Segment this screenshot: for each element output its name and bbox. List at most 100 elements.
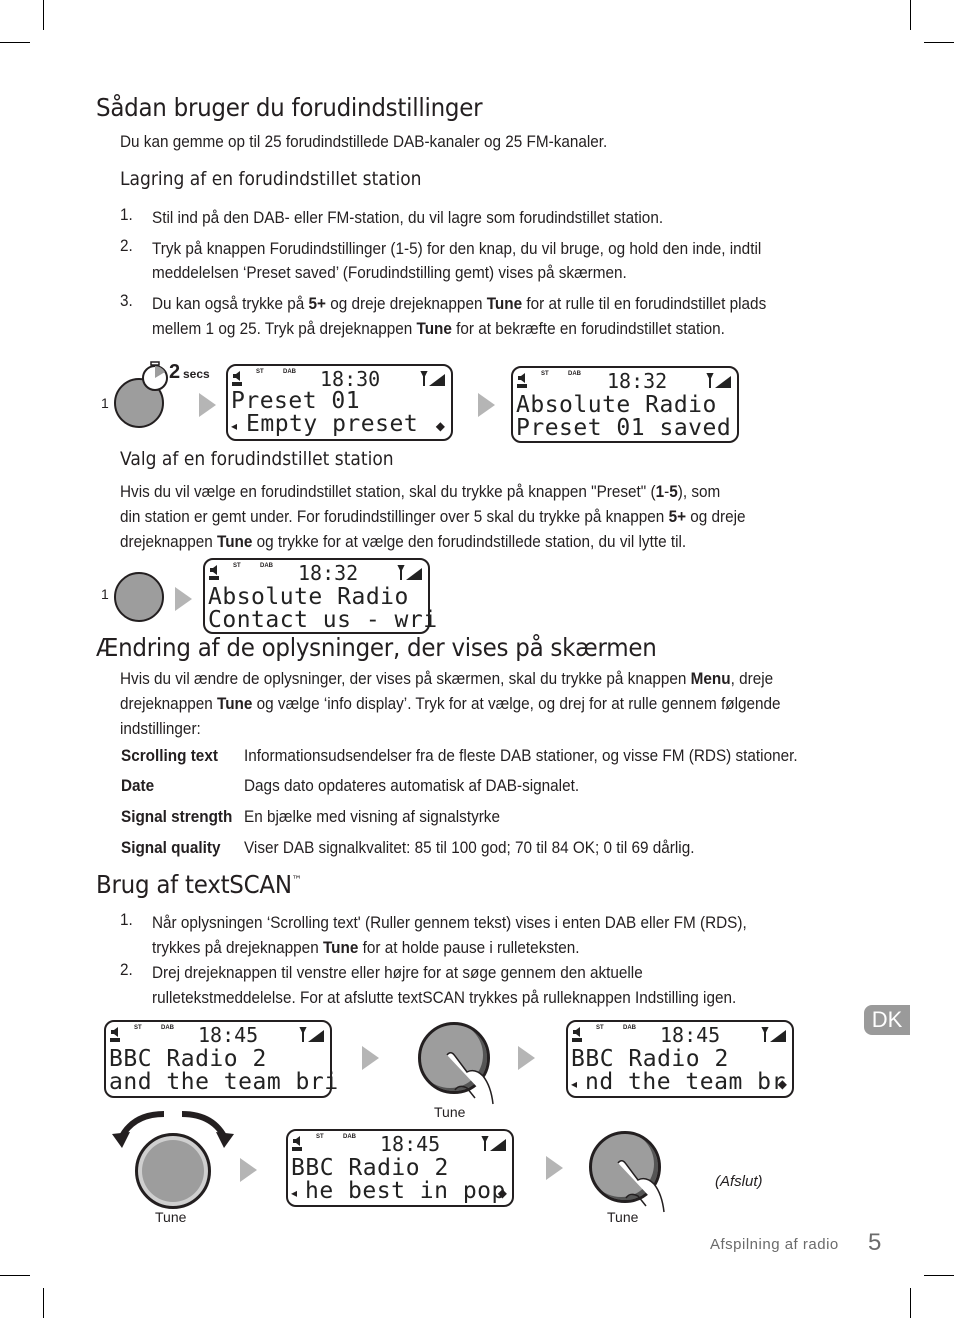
arrow-right-icon (199, 393, 216, 417)
exit-label: (Afslut) (715, 1173, 763, 1190)
step-number: 1. (120, 205, 133, 224)
stereo-indicator: ST (233, 563, 241, 569)
crop-mark (910, 0, 911, 30)
scroll-right-icon: ◆ (497, 1186, 507, 1200)
subheading-select-preset: Valg af en forudindstillet station (120, 448, 394, 470)
lcd-display: ST DAB 18:45 BBC Radio 2 and the team br… (104, 1020, 338, 1098)
section-heading-textscan: Brug af textSCAN™ (96, 870, 302, 899)
definition-term: Scrolling text (121, 746, 218, 765)
speaker-icon (572, 1027, 582, 1042)
hold-time: 2 (169, 361, 181, 383)
definition-term: Date (121, 776, 155, 795)
scroll-left-icon: ◂ (291, 1186, 298, 1200)
crop-mark (0, 1275, 30, 1276)
paragraph-line: drejeknappen Tune og trykke for at vælge… (120, 532, 687, 551)
crop-mark (924, 42, 954, 43)
speaker-icon (209, 565, 219, 580)
scroll-right-icon: ◆ (777, 1077, 787, 1091)
arrow-right-icon (362, 1046, 379, 1070)
lcd-time: 18:45 (198, 1023, 259, 1047)
arrow-right-icon (175, 587, 192, 611)
preset-button-label: 1 (101, 586, 109, 602)
scroll-left-icon: ◂ (571, 1077, 578, 1091)
dab-indicator: DAB (568, 371, 581, 377)
definition-desc: En bjælke med visning af signalstyrke (244, 807, 500, 826)
step-text: Tryk på knappen Forudindstillinger (1-5)… (152, 239, 762, 258)
definition-desc: Viser DAB signalkvalitet: 85 til 100 god… (244, 838, 695, 857)
stereo-indicator: ST (596, 1025, 604, 1031)
arrow-right-icon (518, 1046, 535, 1070)
dab-indicator: DAB (161, 1025, 174, 1031)
signal-strength-icon (761, 1027, 786, 1042)
paragraph-line: Hvis du vil vælge en forudindstillet sta… (120, 482, 721, 501)
lcd-line-2: nd the team br (585, 1069, 786, 1095)
signal-strength-icon (420, 371, 445, 386)
step-text: Drej drejeknappen til venstre eller højr… (152, 963, 643, 982)
definition-term: Signal quality (121, 838, 221, 857)
section-heading-display-info: Ændring af de oplysninger, der vises på … (96, 633, 657, 662)
step-text: Du kan også trykke på 5+ og dreje drejek… (152, 294, 767, 313)
definition-desc: Informationsudsendelser fra de fleste DA… (244, 746, 798, 765)
lcd-time: 18:45 (660, 1023, 721, 1047)
language-tab: DK (864, 1005, 910, 1035)
step-text: meddelelsen ‘Preset saved’ (Forudindstil… (152, 263, 627, 282)
subheading-store-preset: Lagring af en forudindstillet station (120, 168, 422, 190)
step-text: mellem 1 og 25. Tryk på drejeknappen Tun… (152, 319, 725, 338)
arrow-right-icon (240, 1158, 257, 1182)
dab-indicator: DAB (623, 1025, 636, 1031)
lcd-line-2: he best in pop (305, 1178, 506, 1204)
hold-unit: secs (183, 367, 210, 381)
paragraph-line: drejeknappen Tune og vælge ‘info display… (120, 694, 781, 713)
crop-mark (43, 1288, 44, 1318)
tune-knob[interactable] (135, 1133, 211, 1209)
tune-label: Tune (434, 1104, 466, 1120)
lcd-display: ST DAB 18:45 BBC Radio 2 ◂ nd the team b… (566, 1020, 794, 1098)
definition-term: Signal strength (121, 807, 233, 826)
crop-mark (43, 0, 44, 30)
lcd-line-2: Preset 01 saved (516, 415, 732, 441)
lcd-line-2: Contact us - wri (208, 607, 438, 633)
lcd-display: ST DAB 18:45 BBC Radio 2 ◂ he best in po… (286, 1129, 514, 1207)
speaker-icon (232, 371, 242, 386)
scroll-left-icon: ◂ (231, 419, 238, 433)
step-text: Når oplysningen ‘Scrolling text' (Ruller… (152, 913, 747, 932)
lcd-time: 18:32 (298, 561, 359, 585)
paragraph-line: indstillinger: (120, 719, 201, 738)
stereo-indicator: ST (134, 1025, 142, 1031)
stereo-indicator: ST (541, 371, 549, 377)
dab-indicator: DAB (343, 1134, 356, 1140)
dab-indicator: DAB (260, 563, 273, 569)
signal-strength-icon (706, 373, 731, 388)
paragraph-line: Hvis du vil ændre de oplysninger, der vi… (120, 669, 774, 688)
preset-button-label: 1 (101, 395, 109, 411)
signal-strength-icon (397, 565, 422, 580)
step-number: 1. (120, 910, 133, 929)
arrow-right-icon (546, 1156, 563, 1180)
scroll-right-icon: ◆ (435, 419, 445, 433)
crop-mark (0, 42, 30, 43)
paragraph-line: din station er gemt under. For forudinds… (120, 507, 746, 526)
section-heading-presets: Sådan bruger du forudindstillinger (96, 93, 483, 122)
lcd-time: 18:45 (380, 1132, 441, 1156)
dab-indicator: DAB (283, 369, 296, 375)
arrow-right-icon (478, 393, 495, 417)
lcd-line-2: and the team bri (109, 1069, 339, 1095)
tune-label: Tune (607, 1209, 639, 1225)
crop-mark (924, 1275, 954, 1276)
step-number: 3. (120, 291, 133, 310)
signal-strength-icon (299, 1027, 324, 1042)
lcd-line-2: Empty preset (246, 411, 419, 437)
step-text: trykkes på drejeknappen Tune for at hold… (152, 938, 580, 957)
lcd-time: 18:32 (607, 369, 668, 393)
step-number: 2. (120, 960, 133, 979)
speaker-icon (110, 1027, 120, 1042)
speaker-icon (292, 1136, 302, 1151)
crop-mark (910, 1288, 911, 1318)
preset-button[interactable] (114, 572, 164, 622)
footer-section-title: Afspilning af radio (710, 1236, 839, 1253)
signal-strength-icon (481, 1136, 506, 1151)
definition-desc: Dags dato opdateres automatisk af DAB-si… (244, 776, 580, 795)
hand-press-icon (617, 1160, 665, 1213)
lcd-display: ST DAB 18:32 Absolute Radio Preset 01 sa… (511, 366, 739, 443)
speaker-icon (517, 373, 527, 388)
